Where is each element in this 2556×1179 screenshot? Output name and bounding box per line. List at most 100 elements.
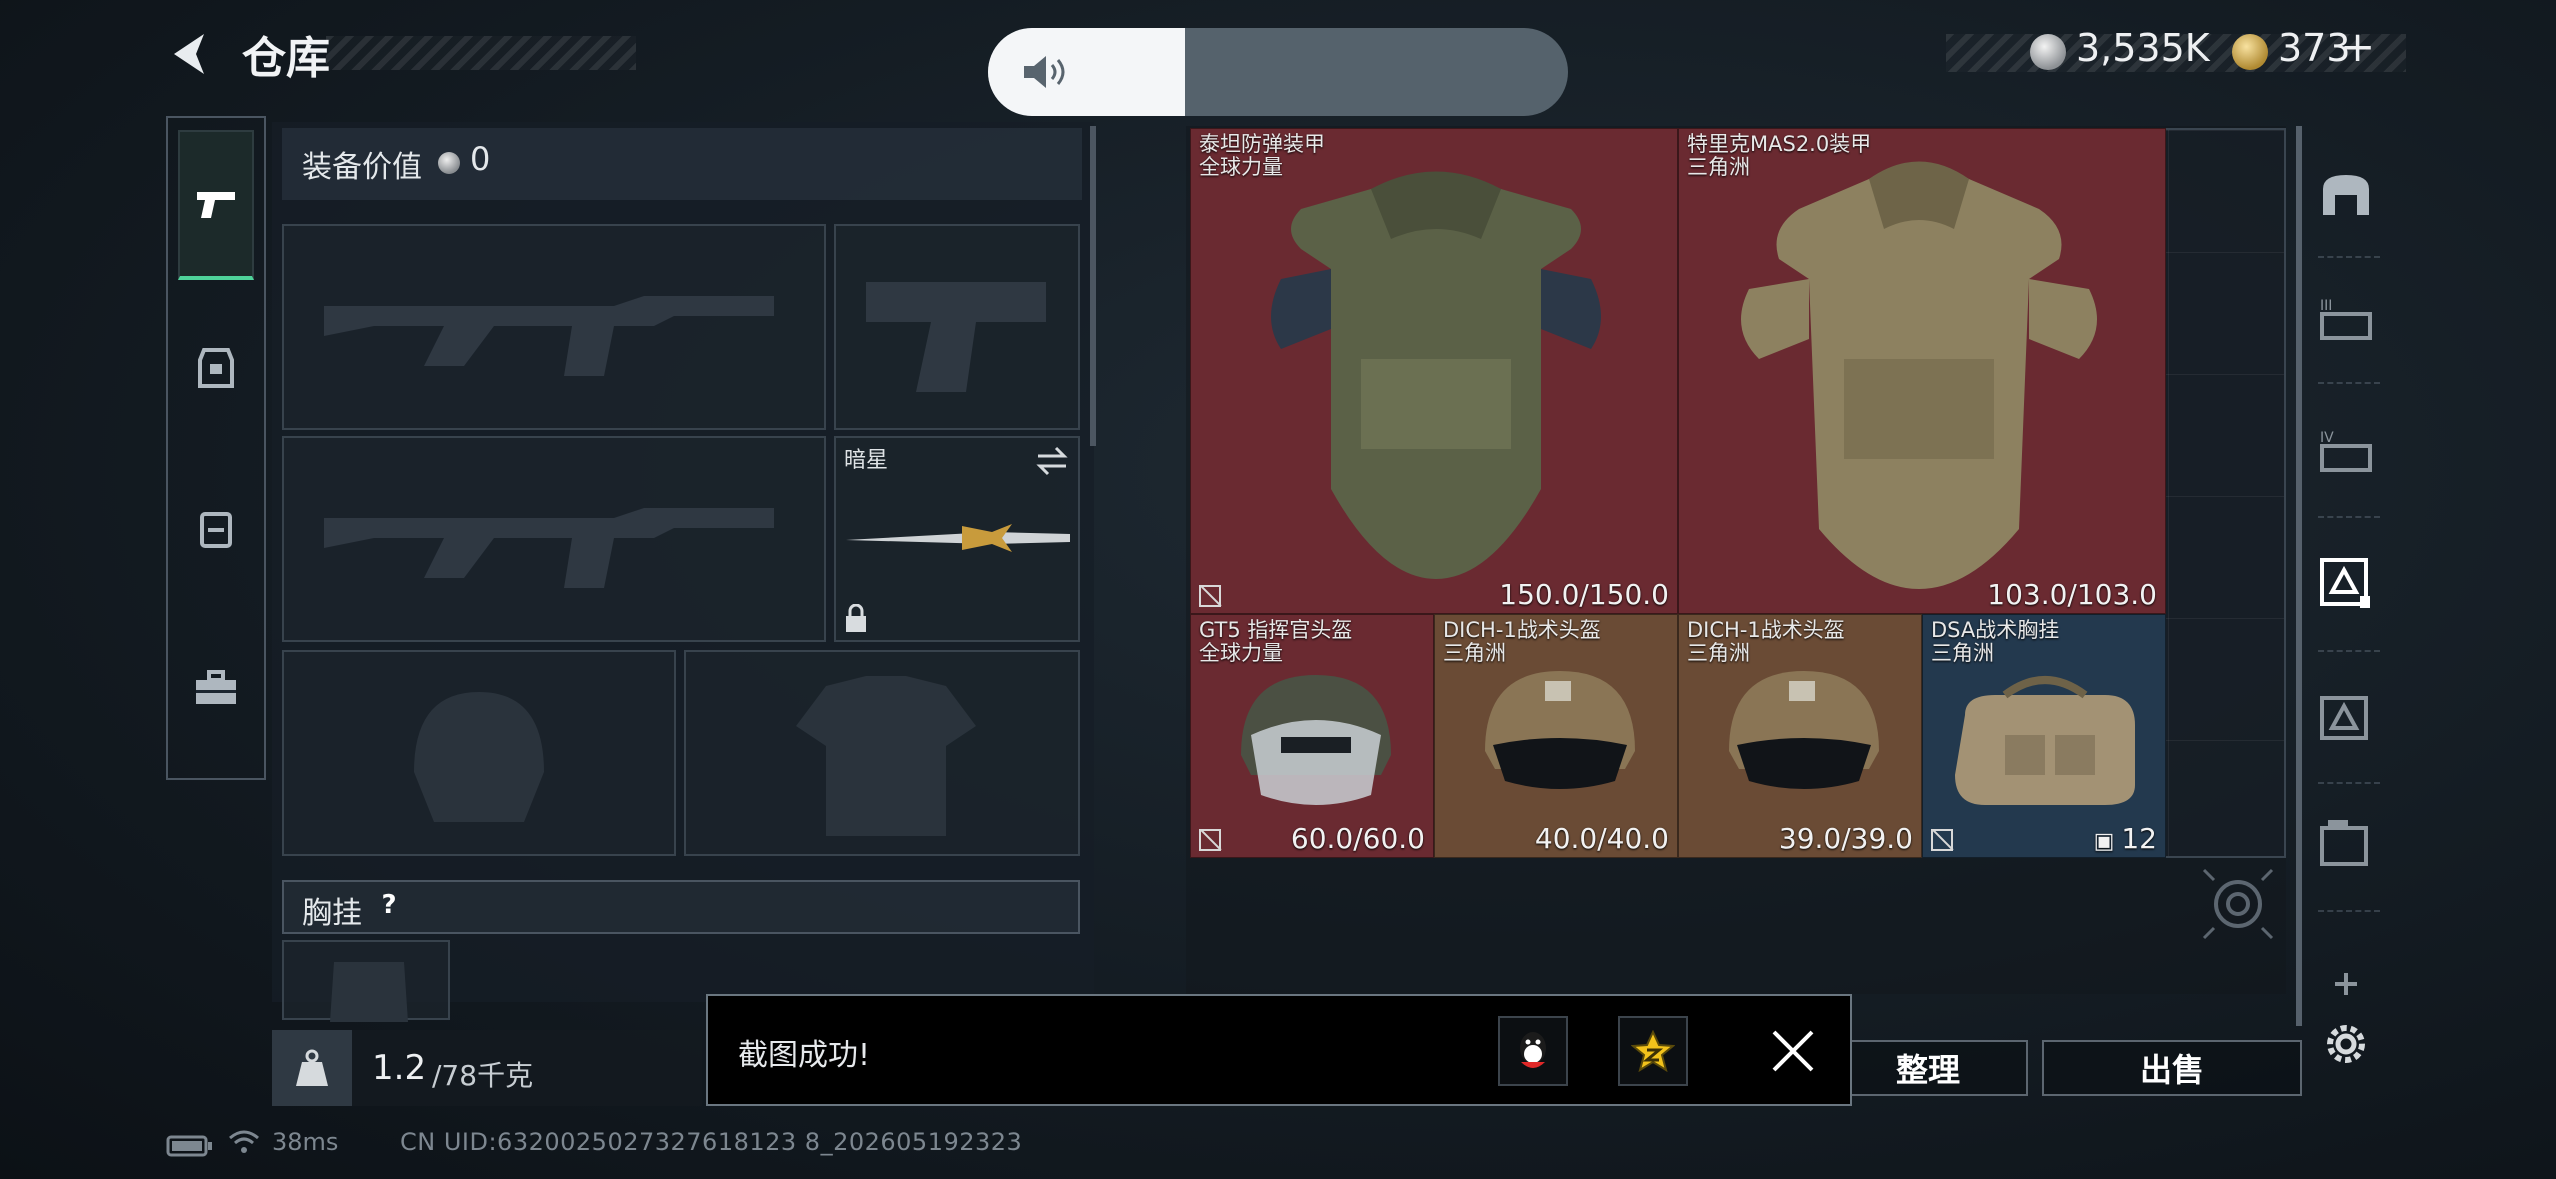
locate-icon[interactable] bbox=[2200, 866, 2276, 942]
star-share-icon bbox=[1631, 1030, 1675, 1072]
sell-button[interactable]: 出售 bbox=[2042, 1040, 2302, 1096]
toolbox-icon bbox=[196, 670, 236, 704]
storage-box-icon bbox=[2320, 696, 2368, 740]
rifle-silhouette-icon bbox=[324, 508, 774, 588]
close-icon bbox=[1772, 1030, 1814, 1072]
loadout-scrollbar[interactable] bbox=[1090, 126, 1096, 446]
stash-item-helmet-gt5[interactable]: GT5 指挥官头盔 全球力量 60.0/60.0 bbox=[1190, 614, 1434, 858]
helmet-image bbox=[1485, 671, 1635, 789]
tab-divider bbox=[2318, 256, 2380, 258]
settings-button[interactable] bbox=[2318, 1016, 2374, 1072]
stash-item-helmet-dich-2[interactable]: DICH-1战术头盔 三角洲 39.0/39.0 bbox=[1678, 614, 1922, 858]
weight-icon bbox=[296, 1049, 328, 1086]
page-title: 仓库 bbox=[242, 33, 330, 84]
gear-icon bbox=[2327, 1025, 2365, 1063]
volume-slider[interactable] bbox=[988, 28, 1568, 116]
title-underline-decoration bbox=[326, 36, 636, 70]
backpack-icon bbox=[200, 512, 232, 548]
storage-box-active-icon bbox=[2320, 558, 2370, 608]
helmet-slot[interactable] bbox=[282, 650, 676, 856]
body-armor-image bbox=[1741, 161, 2097, 589]
stash-tab-all[interactable] bbox=[2318, 166, 2374, 222]
stash-tab-iv[interactable]: IV bbox=[2318, 424, 2374, 480]
item-durability: 150.0/150.0 bbox=[1499, 578, 1669, 611]
melee-slot[interactable]: 暗星 bbox=[834, 436, 1080, 642]
latency-text: 38ms bbox=[272, 1128, 339, 1156]
silver-coin-icon bbox=[2030, 34, 2066, 70]
melee-name: 暗星 bbox=[844, 448, 889, 473]
pistol-silhouette-icon bbox=[866, 282, 1046, 392]
speaker-icon bbox=[1024, 56, 1065, 88]
equipment-value-coin-icon bbox=[438, 152, 460, 174]
sidearm-slot[interactable] bbox=[834, 224, 1080, 430]
lock-icon bbox=[846, 604, 866, 632]
weight-icon-box bbox=[272, 1030, 352, 1106]
back-arrow-icon bbox=[174, 34, 204, 74]
helmet-image bbox=[1729, 671, 1879, 789]
item-name: DSA战术胸挂 三角洲 bbox=[1931, 618, 2060, 665]
primary-weapon-slot[interactable] bbox=[282, 224, 826, 430]
item-durability: 103.0/103.0 bbox=[1987, 578, 2157, 611]
tab-divider bbox=[2318, 382, 2380, 384]
volume-level-fill bbox=[988, 28, 1186, 116]
stash-all-icon bbox=[2323, 175, 2369, 215]
capacity-icon: ▣ bbox=[2093, 829, 2122, 854]
helmet-silhouette-icon bbox=[414, 692, 544, 822]
tab-divider bbox=[2318, 910, 2380, 912]
armor-silhouette-icon bbox=[796, 676, 976, 836]
storage-folder-icon bbox=[2320, 820, 2368, 866]
stash-tab-rail bbox=[2296, 126, 2302, 1026]
storage-tier-3-icon: III bbox=[2320, 298, 2372, 340]
screenshot-toast: 截图成功! bbox=[706, 994, 1852, 1106]
weight-value: 1.2 bbox=[372, 1048, 427, 1088]
gold-coin-icon bbox=[2232, 34, 2268, 70]
body-armor-slot[interactable] bbox=[684, 650, 1080, 856]
category-tab-consumables[interactable] bbox=[188, 660, 244, 716]
secondary-weapon-slot[interactable] bbox=[282, 436, 826, 642]
uid-text: CN UID:6320025027327618123 8_20260519232… bbox=[400, 1128, 1023, 1156]
stash-item-armor-1[interactable]: 泰坦防弹装甲 全球力量 150.0/150.0 bbox=[1190, 128, 1678, 614]
chest-rig-slot[interactable] bbox=[282, 940, 450, 1022]
swap-icon[interactable] bbox=[1034, 446, 1070, 476]
add-icon bbox=[2335, 973, 2357, 995]
pistol-icon bbox=[197, 192, 235, 218]
stash-tab-active[interactable] bbox=[2318, 556, 2374, 612]
back-button[interactable] bbox=[162, 26, 218, 82]
knife-icon bbox=[846, 524, 1070, 552]
item-capacity: ▣ 12 bbox=[2093, 822, 2157, 855]
share-star-button[interactable] bbox=[1618, 1016, 1688, 1086]
chest-rig-help-button[interactable]: ? bbox=[372, 888, 406, 922]
stash-tab-add[interactable] bbox=[2318, 956, 2374, 1012]
category-tab-backpack[interactable] bbox=[188, 500, 244, 556]
toast-message: 截图成功! bbox=[738, 1038, 871, 1073]
svg-text:III: III bbox=[2320, 298, 2332, 314]
item-durability: 39.0/39.0 bbox=[1778, 822, 1913, 855]
stash-tab-box-3[interactable] bbox=[2318, 816, 2374, 872]
toast-close-button[interactable] bbox=[1766, 1024, 1820, 1078]
armor-icon bbox=[198, 348, 234, 388]
storage-tier-4-icon: IV bbox=[2320, 430, 2372, 472]
stash-tab-iii[interactable]: III bbox=[2318, 292, 2374, 348]
qq-icon bbox=[1520, 1032, 1546, 1068]
helmet-image bbox=[1241, 675, 1391, 805]
battery-icon bbox=[166, 1135, 212, 1157]
add-currency-button[interactable]: + bbox=[2340, 22, 2375, 71]
no-insure-icon bbox=[1931, 829, 1953, 851]
category-tab-equipment[interactable] bbox=[188, 340, 244, 396]
share-qq-button[interactable] bbox=[1498, 1016, 1568, 1086]
wifi-icon bbox=[229, 1130, 259, 1153]
item-durability: 60.0/60.0 bbox=[1290, 822, 1425, 855]
tab-divider bbox=[2318, 782, 2380, 784]
stash-tab-box-2[interactable] bbox=[2318, 690, 2374, 746]
category-tab-weapons[interactable] bbox=[178, 130, 254, 280]
stash-item-helmet-dich-1[interactable]: DICH-1战术头盔 三角洲 40.0/40.0 bbox=[1434, 614, 1678, 858]
currency-silver-value: 3,535K bbox=[2076, 26, 2210, 70]
weight-capacity: /78千克 bbox=[432, 1059, 534, 1092]
vest-silhouette-icon bbox=[330, 962, 408, 1022]
body-armor-image bbox=[1271, 171, 1601, 579]
stash-item-chest-rig[interactable]: DSA战术胸挂 三角洲 ▣ 12 bbox=[1922, 614, 2166, 858]
chest-rig-label: 胸挂 bbox=[302, 896, 362, 931]
tab-divider bbox=[2318, 650, 2380, 652]
sort-button[interactable]: 整理 bbox=[1828, 1040, 2028, 1096]
stash-item-armor-2[interactable]: 特里克MAS2.0装甲 三角洲 103.0/103.0 bbox=[1678, 128, 2166, 614]
